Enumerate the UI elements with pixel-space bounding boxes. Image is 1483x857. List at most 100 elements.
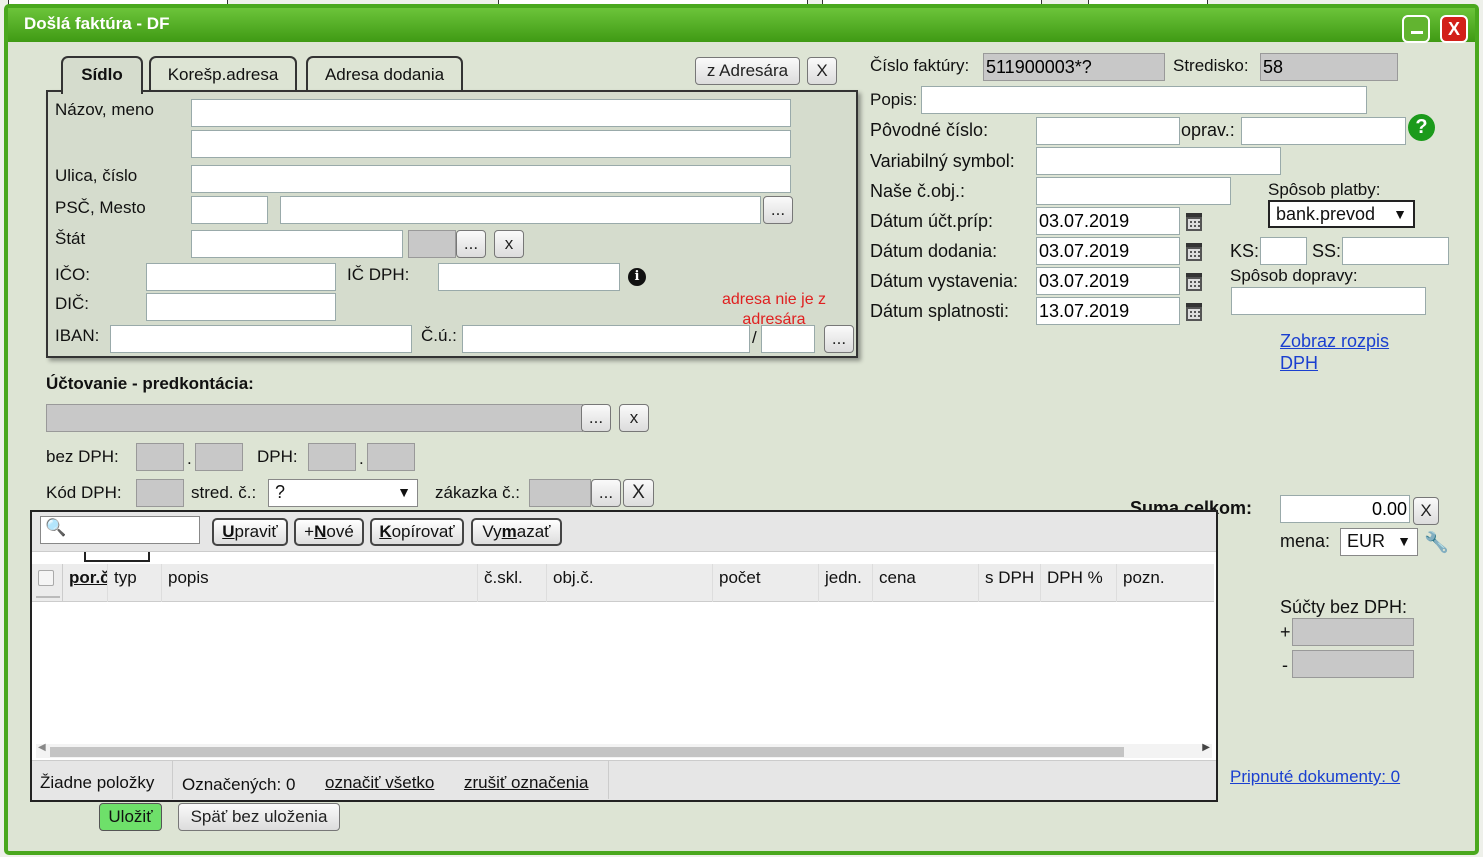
zakazka-lookup-button[interactable]: ... <box>591 479 621 507</box>
column-header[interactable]: DPH % <box>1041 564 1117 602</box>
bank-code-input[interactable] <box>761 325 815 353</box>
from-address-book-button[interactable]: z Adresára <box>695 57 800 85</box>
dph-input-1[interactable] <box>308 443 356 471</box>
info-icon[interactable]: i <box>628 268 646 286</box>
city-lookup-button[interactable]: ... <box>763 196 793 224</box>
ss-input[interactable] <box>1342 237 1449 265</box>
tab-adresa-dodania[interactable]: Adresa dodania <box>306 56 463 92</box>
street-input[interactable] <box>191 165 791 193</box>
original-number-input[interactable] <box>1036 117 1180 145</box>
payment-method-select[interactable]: bank.prevod ▼ <box>1268 200 1415 228</box>
column-header[interactable]: jedn. <box>819 564 873 602</box>
dic-input[interactable] <box>146 293 336 321</box>
scroll-left-icon[interactable]: ◀ <box>38 742 46 753</box>
ico-label: IČO: <box>55 265 90 284</box>
minimize-icon[interactable] <box>1402 15 1430 43</box>
due-date-label: Dátum splatnosti: <box>870 301 1010 321</box>
help-icon[interactable]: ? <box>1408 114 1435 141</box>
accounting-lookup-button[interactable]: ... <box>581 404 611 432</box>
center-input[interactable] <box>1260 53 1398 81</box>
description-input[interactable] <box>921 86 1367 114</box>
country-clear-button[interactable]: x <box>494 230 524 258</box>
attached-docs-link[interactable]: Pripnuté dokumenty: 0 <box>1230 767 1400 787</box>
scrollbar-thumb[interactable] <box>50 747 1124 757</box>
name-input[interactable] <box>191 99 791 127</box>
scroll-right-icon[interactable]: ▶ <box>1202 742 1210 753</box>
tab-koresp-adresa[interactable]: Korešp.adresa <box>149 56 297 92</box>
minus-sign: - <box>1282 655 1288 675</box>
grid-search[interactable]: 🔍 <box>40 516 200 544</box>
column-header[interactable]: počet <box>713 564 819 602</box>
column-header[interactable]: popis <box>162 564 478 602</box>
vat-breakdown-link[interactable]: Zobraz rozpis DPH <box>1280 330 1420 374</box>
our-order-input[interactable] <box>1036 177 1231 205</box>
bez-dph-input-2[interactable] <box>195 443 243 471</box>
accounting-input[interactable] <box>46 404 583 432</box>
country-lookup-button[interactable]: ... <box>456 230 486 258</box>
column-header[interactable]: č.skl. <box>478 564 547 602</box>
due-date-input[interactable] <box>1036 297 1180 325</box>
column-header[interactable]: s DPH <box>979 564 1041 602</box>
edit-button[interactable]: Upraviť <box>212 518 288 546</box>
calendar-icon[interactable] <box>1186 213 1202 231</box>
new-button[interactable]: +Nové <box>294 518 364 546</box>
ico-input[interactable] <box>146 263 336 291</box>
accounting-heading: Účtovanie - predkontácia: <box>46 374 254 393</box>
ic-dph-input[interactable] <box>438 263 620 291</box>
accounting-clear-button[interactable]: x <box>619 404 649 432</box>
name-input-2[interactable] <box>191 130 791 158</box>
delete-button[interactable]: Vymazať <box>471 518 562 546</box>
bank-lookup-button[interactable]: ... <box>824 325 854 353</box>
country-input[interactable] <box>191 230 403 258</box>
save-button[interactable]: Uložiť <box>99 803 162 831</box>
currency-select[interactable]: EUR ▼ <box>1340 528 1418 556</box>
select-all-checkbox[interactable] <box>38 570 54 586</box>
close-button[interactable]: X <box>1440 15 1468 43</box>
invoice-number-input[interactable] <box>983 53 1165 81</box>
column-header[interactable]: typ <box>108 564 162 602</box>
title-bar[interactable]: Došlá faktúra - DF X <box>8 8 1475 43</box>
stred-select[interactable]: ? ▼ <box>268 479 418 507</box>
column-header[interactable]: por.č <box>62 564 108 602</box>
sum-clear-button[interactable]: X <box>1413 497 1439 525</box>
column-header[interactable]: obj.č. <box>547 564 713 602</box>
chevron-down-icon: ▼ <box>1393 206 1407 222</box>
dph-input-2[interactable] <box>367 443 415 471</box>
correction-input[interactable] <box>1241 117 1406 145</box>
clear-address-button[interactable]: X <box>807 57 837 85</box>
account-input[interactable] <box>462 325 750 353</box>
column-header[interactable]: cena <box>873 564 979 602</box>
accounting-date-input[interactable] <box>1036 207 1180 235</box>
divider <box>172 761 173 799</box>
copy-button[interactable]: Kopírovať <box>370 518 464 546</box>
search-input[interactable] <box>69 519 195 541</box>
bez-dph-input-1[interactable] <box>136 443 184 471</box>
select-all-link[interactable]: označiť všetko <box>325 773 434 793</box>
tab-sidlo[interactable]: Sídlo <box>61 56 143 94</box>
sum-minus-input[interactable] <box>1292 650 1414 678</box>
transport-label: Spôsob dopravy: <box>1230 266 1358 285</box>
wrench-icon[interactable]: 🔧 <box>1424 530 1449 555</box>
column-header[interactable]: pozn. <box>1117 564 1214 602</box>
calendar-icon[interactable] <box>1186 243 1202 261</box>
currency-value: EUR <box>1347 531 1386 551</box>
kod-dph-input[interactable] <box>136 479 184 507</box>
country-code-input[interactable] <box>408 230 456 258</box>
issue-date-input[interactable] <box>1036 267 1180 295</box>
zakazka-clear-button[interactable]: X <box>623 479 654 507</box>
horizontal-scrollbar[interactable]: ◀ ▶ <box>36 742 1212 758</box>
calendar-icon[interactable] <box>1186 303 1202 321</box>
sum-plus-input[interactable] <box>1292 618 1414 646</box>
calendar-icon[interactable] <box>1186 273 1202 291</box>
iban-input[interactable] <box>110 325 412 353</box>
deselect-link[interactable]: zrušiť označenia <box>464 773 589 793</box>
variable-symbol-input[interactable] <box>1036 147 1281 175</box>
delivery-date-input[interactable] <box>1036 237 1180 265</box>
zakazka-input[interactable] <box>529 479 591 507</box>
back-without-save-button[interactable]: Späť bez uloženia <box>178 803 340 831</box>
transport-input[interactable] <box>1231 287 1426 315</box>
ks-input[interactable] <box>1260 237 1307 265</box>
city-input[interactable] <box>280 196 761 224</box>
sum-input[interactable] <box>1280 495 1410 523</box>
zip-input[interactable] <box>191 196 268 224</box>
